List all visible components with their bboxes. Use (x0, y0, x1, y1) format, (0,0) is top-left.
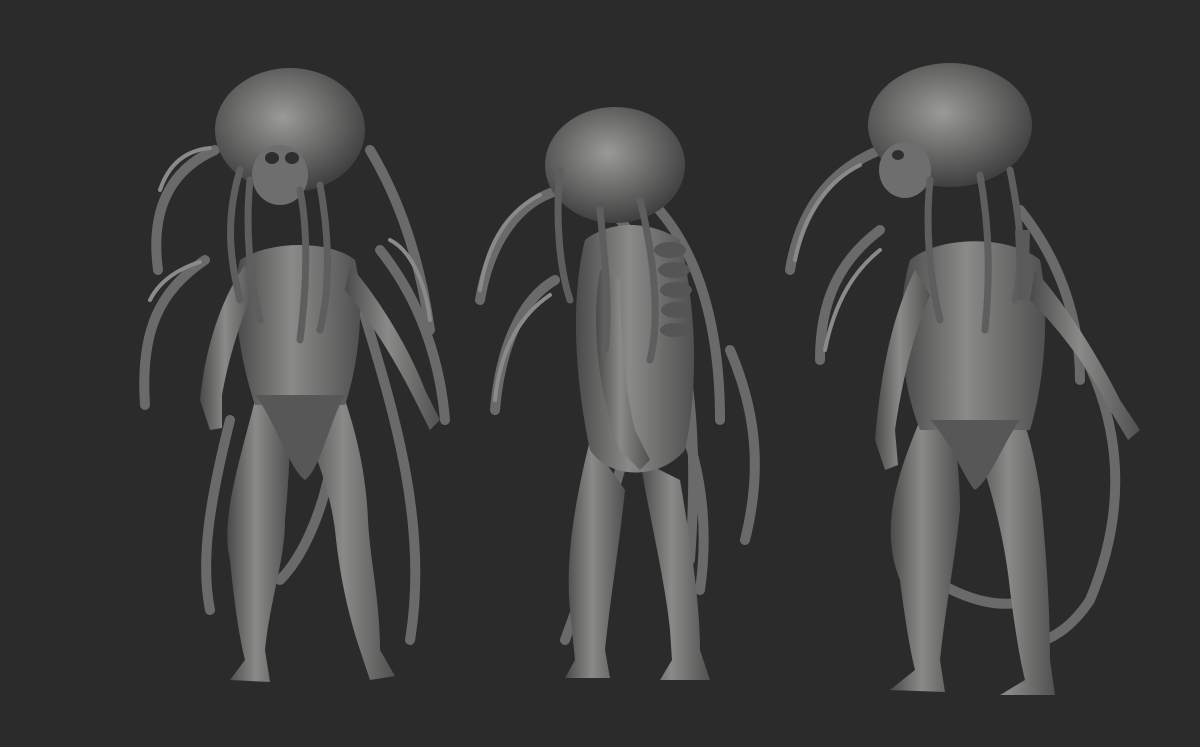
viewport (0, 0, 1200, 747)
sculpt-render (0, 0, 1200, 747)
